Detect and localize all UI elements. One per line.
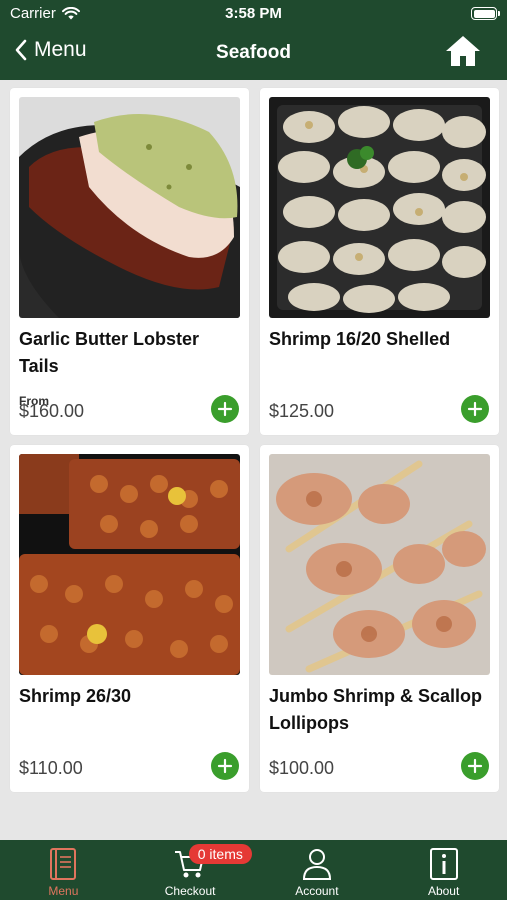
status-bar: Carrier 3:58 PM <box>0 0 507 28</box>
product-card[interactable]: Garlic Butter Lobster Tails From $160.00 <box>10 88 249 435</box>
tab-checkout-label: Checkout <box>164 884 216 898</box>
home-button[interactable] <box>445 35 481 72</box>
product-card[interactable]: Shrimp 26/30 $110.00 <box>10 445 249 792</box>
header: Carrier 3:58 PM Menu Seafood <box>0 0 507 80</box>
product-grid: Garlic Butter Lobster Tails From $160.00 <box>10 88 499 792</box>
product-image <box>269 454 490 675</box>
home-icon <box>446 36 480 66</box>
product-name: Garlic Butter Lobster Tails <box>19 329 200 376</box>
product-price: $100.00 <box>269 758 335 778</box>
plus-icon <box>467 401 483 417</box>
tab-account[interactable]: Account <box>254 840 381 900</box>
cart-count-badge: 0 items <box>188 844 252 864</box>
battery-icon <box>471 7 500 20</box>
tab-about[interactable]: About <box>380 840 507 900</box>
tab-checkout[interactable]: 0 items Checkout <box>127 840 254 900</box>
product-card[interactable]: Shrimp 16/20 Shelled $125.00 <box>260 88 499 435</box>
add-to-cart-button[interactable] <box>461 752 489 780</box>
product-name: Jumbo Shrimp & Scallop Lollipops <box>269 686 483 733</box>
tab-menu-label: Menu <box>48 884 79 898</box>
product-price: $160.00 <box>19 401 85 421</box>
product-price: $125.00 <box>269 401 335 421</box>
product-image <box>269 97 490 318</box>
page-title: Seafood <box>216 42 291 63</box>
product-name: Shrimp 16/20 Shelled <box>269 329 451 349</box>
add-to-cart-button[interactable] <box>211 395 239 423</box>
navigation-bar: Menu Seafood <box>0 30 507 76</box>
product-name: Shrimp 26/30 <box>19 686 132 706</box>
plus-icon <box>217 401 233 417</box>
product-image <box>19 454 240 675</box>
info-icon <box>429 848 458 880</box>
product-card[interactable]: Jumbo Shrimp & Scallop Lollipops $100.00 <box>260 445 499 792</box>
clock: 3:58 PM <box>225 5 282 22</box>
tab-menu[interactable]: Menu <box>0 840 127 900</box>
menu-book-icon <box>50 848 77 880</box>
product-price: $110.00 <box>19 758 83 778</box>
add-to-cart-button[interactable] <box>211 752 239 780</box>
tab-account-label: Account <box>295 884 339 898</box>
tab-about-label: About <box>427 884 460 898</box>
person-icon <box>302 849 331 880</box>
add-to-cart-button[interactable] <box>461 395 489 423</box>
plus-icon <box>467 758 483 774</box>
tab-bar: Menu 0 items Checkout Account About <box>0 840 507 900</box>
product-image <box>19 97 240 318</box>
plus-icon <box>217 758 233 774</box>
